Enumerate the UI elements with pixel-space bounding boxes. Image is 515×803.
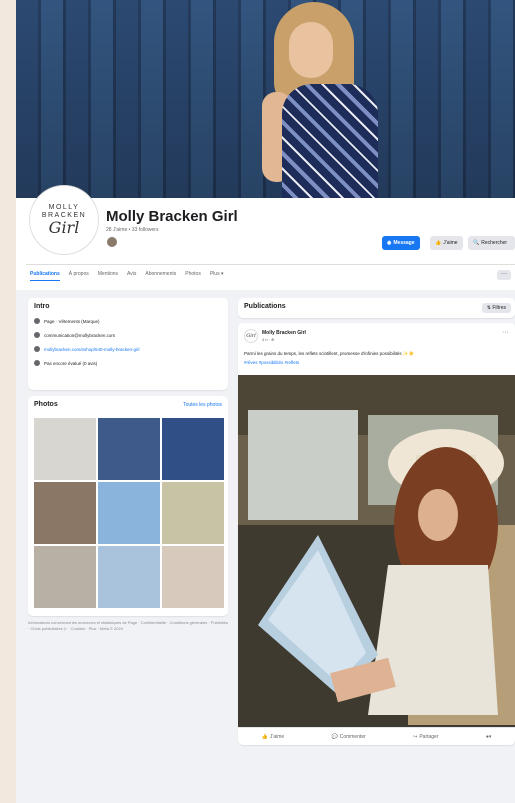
post-text: Parmi les grains du temps, les reflets s… bbox=[244, 349, 509, 367]
message-button[interactable]: ◉ Message bbox=[382, 236, 420, 250]
tab-publications[interactable]: Publications bbox=[30, 271, 60, 281]
email-icon bbox=[34, 332, 40, 338]
profile-icon: ●▾ bbox=[485, 733, 492, 740]
photo-tile[interactable] bbox=[162, 418, 224, 480]
info-icon bbox=[34, 318, 40, 324]
post-author[interactable]: Molly Bracken Girl bbox=[262, 330, 306, 336]
profile-header: MOLLY BRACKEN Girl Molly Bracken Girl 28… bbox=[16, 186, 515, 290]
search-icon: 🔍 bbox=[473, 240, 480, 246]
tab-mentions[interactable]: Mentions bbox=[98, 271, 118, 281]
background-margin bbox=[0, 0, 16, 803]
post-timestamp[interactable]: 4 h · ⊕ bbox=[262, 337, 274, 342]
thumbs-up-icon: 👍 bbox=[435, 240, 442, 246]
post-caption: Parmi les grains du temps, les reflets s… bbox=[244, 351, 415, 356]
photo-tile[interactable] bbox=[162, 482, 224, 544]
intro-row-website[interactable]: mollybracken.com/eshop/540-molly-bracken… bbox=[34, 346, 222, 352]
facebook-page: MOLLY BRACKEN Girl Molly Bracken Girl 28… bbox=[16, 0, 515, 803]
divider bbox=[26, 264, 515, 265]
intro-row-category: Page · Vêtements (Marque) bbox=[34, 318, 222, 324]
all-photos-link[interactable]: Toutes les photos bbox=[183, 402, 222, 408]
page-stats[interactable]: 28 J'aime • 33 followers bbox=[106, 227, 158, 233]
cover-model-face bbox=[289, 22, 333, 78]
photo-tile[interactable] bbox=[34, 546, 96, 608]
post-options-icon[interactable]: ··· bbox=[502, 329, 509, 336]
page-tabs: Publications À propos Mentions Avis Abon… bbox=[30, 271, 223, 281]
photo-tile[interactable] bbox=[98, 546, 160, 608]
post-like-button[interactable]: 👍 J'aime bbox=[262, 734, 285, 740]
photo-tile[interactable] bbox=[162, 546, 224, 608]
post-comment-button[interactable]: 💬 Commenter bbox=[331, 734, 365, 740]
post-photo[interactable] bbox=[238, 375, 515, 727]
intro-row-email[interactable]: communication@mollybracken.com bbox=[34, 332, 222, 338]
cover-model-dress bbox=[282, 84, 378, 198]
messenger-icon: ◉ bbox=[387, 240, 392, 246]
post-hashtags[interactable]: #rêves #possibilités #reflets bbox=[244, 358, 509, 367]
star-icon bbox=[34, 360, 40, 366]
link-icon bbox=[34, 346, 40, 352]
logo-script: Girl bbox=[48, 218, 80, 237]
intro-card: Intro Page · Vêtements (Marque) communic… bbox=[28, 298, 228, 390]
tab-photos[interactable]: Photos bbox=[185, 271, 201, 281]
share-icon: ↪ bbox=[413, 733, 418, 740]
publications-header: Publications ⇅ Filtres bbox=[238, 298, 515, 318]
intro-row-rating: Pas encore évalué (0 avis) bbox=[34, 360, 222, 366]
like-button[interactable]: 👍 J'aime bbox=[430, 236, 463, 250]
photo-tile[interactable] bbox=[98, 482, 160, 544]
filter-button[interactable]: ⇅ Filtres bbox=[481, 303, 511, 313]
post-audience-button[interactable]: ●▾ bbox=[486, 734, 492, 740]
tab-reviews[interactable]: Avis bbox=[127, 271, 136, 281]
comment-icon: 💬 bbox=[331, 733, 338, 740]
footer-links[interactable]: Informations concernant les annonces et … bbox=[28, 620, 228, 632]
photo-tile[interactable] bbox=[34, 418, 96, 480]
tab-subscriptions[interactable]: Abonnements bbox=[145, 271, 176, 281]
search-button[interactable]: 🔍 Rechercher bbox=[468, 236, 515, 250]
avatar[interactable]: MOLLY BRACKEN Girl bbox=[30, 186, 98, 254]
logo-line1: MOLLY bbox=[48, 204, 80, 211]
publications-title: Publications bbox=[244, 303, 286, 310]
post-avatar[interactable]: Girl bbox=[244, 329, 258, 343]
intro-title: Intro bbox=[34, 303, 50, 310]
post: Girl Molly Bracken Girl 4 h · ⊕ ··· Parm… bbox=[238, 323, 515, 745]
follower-avatar[interactable] bbox=[106, 236, 118, 248]
more-options-button[interactable]: ··· bbox=[497, 270, 511, 280]
photo-grid bbox=[34, 418, 224, 608]
post-photo-illustration bbox=[238, 375, 515, 727]
page-title: Molly Bracken Girl bbox=[106, 208, 238, 225]
filter-icon: ⇅ bbox=[486, 305, 491, 311]
tab-about[interactable]: À propos bbox=[69, 271, 89, 281]
post-share-button[interactable]: ↪ Partager bbox=[413, 734, 438, 740]
photo-tile[interactable] bbox=[98, 418, 160, 480]
post-actions: 👍 J'aime 💬 Commenter ↪ Partager ●▾ bbox=[238, 727, 515, 745]
thumbs-up-icon: 👍 bbox=[261, 733, 268, 740]
photo-tile[interactable] bbox=[34, 482, 96, 544]
tab-more[interactable]: Plus ▾ bbox=[210, 271, 224, 281]
cover-photo[interactable] bbox=[16, 0, 515, 198]
photos-card: Photos Toutes les photos bbox=[28, 396, 228, 616]
